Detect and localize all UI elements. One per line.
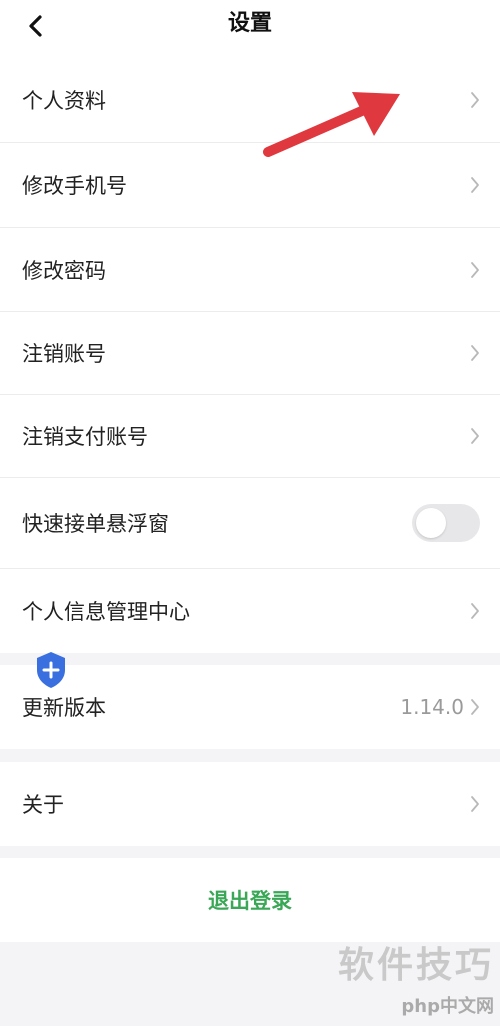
settings-item-label: 快速接单悬浮窗 <box>22 512 169 536</box>
settings-item-cancel-account[interactable]: 注销账号 <box>0 312 500 394</box>
red-arrow-annotation <box>263 92 400 157</box>
settings-item-about[interactable]: 关于 <box>0 762 500 846</box>
settings-item-update-version[interactable]: 更新版本 1.14.0 <box>0 665 500 749</box>
settings-item-label: 更新版本 <box>22 696 106 720</box>
shield-plus-icon <box>37 652 65 688</box>
settings-item-label: 注销支付账号 <box>22 425 148 449</box>
settings-item-label: 修改密码 <box>22 258 106 283</box>
chevron-right-icon <box>468 258 482 282</box>
logout-button[interactable]: 退出登录 <box>0 858 500 942</box>
top-bar: 设置 <box>0 0 500 58</box>
settings-item-change-phone[interactable]: 修改手机号 <box>0 143 500 227</box>
settings-item-label: 修改手机号 <box>22 174 127 198</box>
chevron-right-icon <box>468 341 482 365</box>
toggle-knob <box>416 508 446 538</box>
quick-order-float-toggle[interactable] <box>412 504 480 542</box>
settings-item-label: 注销账号 <box>22 342 106 366</box>
chevron-right-icon <box>468 599 482 623</box>
settings-item-label: 关于 <box>22 793 64 817</box>
page-title: 设置 <box>227 11 272 36</box>
chevron-right-icon <box>468 88 482 112</box>
chevron-right-icon <box>468 792 482 816</box>
settings-item-cancel-payment-account[interactable]: 注销支付账号 <box>0 395 500 477</box>
watermark-main: 软件技巧 <box>337 945 494 986</box>
watermark-sub: php中文网 <box>401 996 494 1017</box>
version-value: 1.14.0 <box>400 695 464 719</box>
watermark: 软件技巧 php中文网 <box>338 936 494 1018</box>
settings-item-privacy-center[interactable]: 个人信息管理中心 <box>0 569 500 653</box>
logout-label: 退出登录 <box>208 889 292 913</box>
chevron-right-icon <box>468 173 482 197</box>
chevron-right-icon <box>468 695 482 719</box>
settings-item-profile[interactable]: 个人资料 <box>0 58 500 142</box>
settings-item-change-password[interactable]: 修改密码 <box>0 228 500 311</box>
settings-item-label: 个人信息管理中心 <box>22 600 190 624</box>
settings-item-quick-order-float: 快速接单悬浮窗 <box>0 478 500 568</box>
chevron-right-icon <box>468 424 482 448</box>
settings-item-label: 个人资料 <box>22 89 106 113</box>
